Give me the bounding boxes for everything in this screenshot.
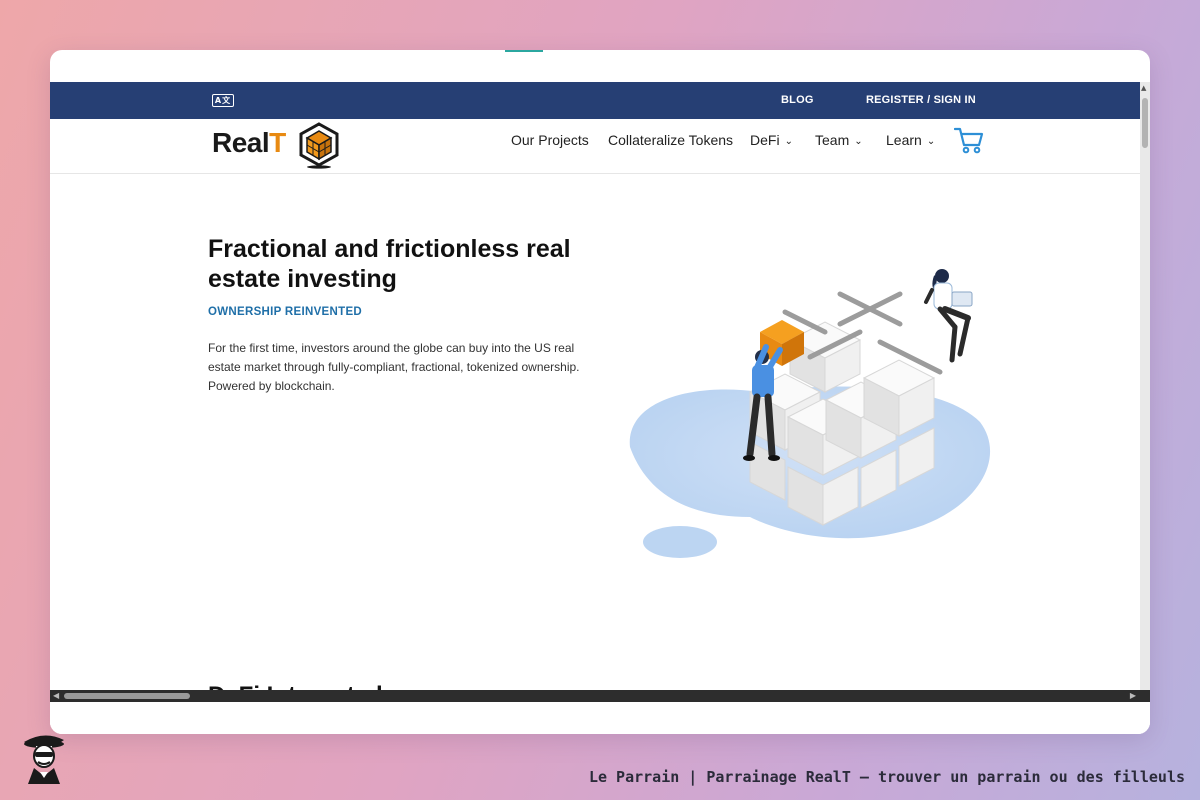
nav-defi[interactable]: DeFi ⌄ bbox=[750, 132, 793, 148]
nav-team[interactable]: Team ⌄ bbox=[815, 132, 863, 148]
horizontal-scrollbar[interactable]: ◀ ▶ bbox=[50, 690, 1150, 702]
spy-mascot-icon bbox=[24, 735, 64, 784]
browser-window: A文 BLOG REGISTER / SIGN IN RealT Our Pro… bbox=[50, 50, 1150, 734]
chevron-down-icon: ⌄ bbox=[926, 136, 936, 147]
vertical-scroll-thumb[interactable] bbox=[1142, 98, 1148, 148]
chevron-down-icon: ⌄ bbox=[784, 136, 793, 147]
vertical-scrollbar[interactable]: ▲ ▼ bbox=[1140, 82, 1150, 720]
scroll-right-icon[interactable]: ▶ bbox=[1130, 691, 1136, 700]
hero-title: Fractional and frictionless real estate … bbox=[208, 235, 571, 293]
hero-subtitle: OWNERSHIP REINVENTED bbox=[208, 306, 363, 318]
nav-our-projects[interactable]: Our Projects bbox=[511, 132, 589, 148]
hero-illustration bbox=[629, 269, 991, 558]
scroll-left-icon[interactable]: ◀ bbox=[53, 691, 59, 700]
scroll-up-icon[interactable]: ▲ bbox=[1141, 84, 1146, 92]
logo-text: RealT bbox=[212, 127, 286, 158]
horizontal-scroll-thumb[interactable] bbox=[64, 693, 190, 699]
language-icon[interactable]: A文 bbox=[212, 94, 234, 107]
chevron-down-icon: ⌄ bbox=[854, 136, 863, 147]
logo-cube-icon bbox=[299, 122, 339, 169]
blog-link[interactable]: BLOG bbox=[781, 94, 814, 106]
main-navigation: RealT Our Projects Collateralize Tokens … bbox=[50, 119, 1140, 174]
top-bar: A文 BLOG REGISTER / SIGN IN bbox=[50, 82, 1140, 119]
nav-collateralize-tokens[interactable]: Collateralize Tokens bbox=[608, 132, 733, 148]
cart-icon[interactable] bbox=[954, 126, 984, 154]
footer-caption: Le Parrain | Parrainage RealT — trouver … bbox=[588, 768, 1185, 786]
tab-accent-line bbox=[505, 50, 543, 52]
window-bottom-margin bbox=[50, 702, 1150, 734]
hero-description: For the first time, investors around the… bbox=[208, 341, 580, 393]
nav-learn[interactable]: Learn ⌄ bbox=[886, 132, 935, 148]
register-sign-in-link[interactable]: REGISTER / SIGN IN bbox=[866, 94, 976, 106]
page-viewport: A文 BLOG REGISTER / SIGN IN RealT Our Pro… bbox=[50, 82, 1150, 734]
